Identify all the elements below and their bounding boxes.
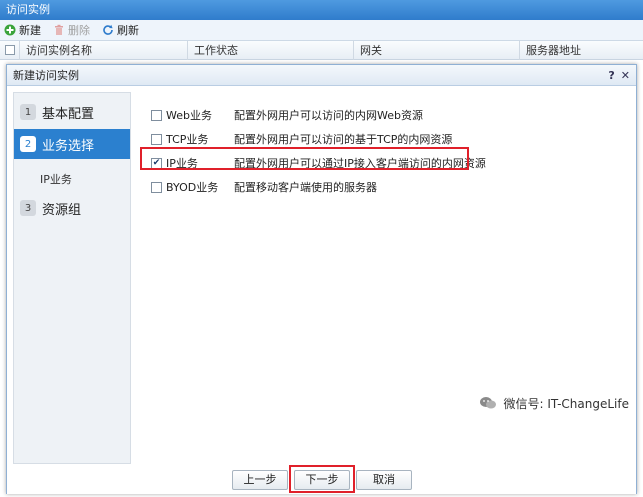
prev-button[interactable]: 上一步 — [232, 470, 288, 490]
web-service-checkbox[interactable] — [151, 109, 162, 121]
refresh-button[interactable]: 刷新 — [102, 22, 139, 38]
add-icon — [4, 24, 16, 36]
checkbox-box — [4, 45, 15, 55]
column-header-gateway[interactable]: 网关 — [354, 40, 520, 60]
ip-row-highlight — [140, 147, 469, 170]
help-icon[interactable]: ? — [608, 65, 614, 86]
column-header-name[interactable]: 访问实例名称 — [20, 40, 188, 60]
step-number: 3 — [20, 200, 36, 216]
column-header-server-address[interactable]: 服务器地址 — [520, 41, 643, 60]
service-row-tcp[interactable]: TCP业务 配置外网用户可以访问的基于TCP的内网资源 — [151, 130, 452, 148]
select-all-checkbox[interactable] — [0, 40, 20, 60]
toolbar: 新建 删除 刷新 — [0, 20, 643, 41]
watermark-text: 微信号: IT-ChangeLife — [503, 396, 629, 411]
next-button-highlight — [289, 465, 355, 493]
delete-button[interactable]: 删除 — [53, 22, 90, 38]
service-name: TCP业务 — [166, 133, 209, 146]
step-label: 资源组 — [42, 202, 82, 218]
wizard-steps: 1 基本配置 2 业务选择 IP业务 3 资源组 — [13, 92, 131, 464]
step-number: 2 — [20, 136, 36, 152]
window-title: 访问实例 — [0, 0, 643, 20]
refresh-icon — [102, 24, 114, 36]
watermark: 微信号: IT-ChangeLife — [475, 392, 633, 414]
step-basic-config[interactable]: 1 基本配置 — [14, 97, 130, 127]
delete-label: 删除 — [68, 24, 90, 37]
service-row-web[interactable]: Web业务 配置外网用户可以访问的内网Web资源 — [151, 106, 423, 124]
step-number: 1 — [20, 104, 36, 120]
dialog-footer: 上一步 下一步 取消 — [7, 465, 636, 494]
service-name: Web业务 — [166, 109, 212, 122]
step-service-selection[interactable]: 2 业务选择 — [14, 129, 130, 159]
column-header-status[interactable]: 工作状态 — [188, 40, 354, 60]
step-label: 业务选择 — [42, 138, 95, 154]
wechat-icon — [479, 396, 497, 410]
close-icon[interactable]: ✕ — [621, 65, 630, 86]
byod-service-checkbox[interactable] — [151, 181, 162, 193]
step-label: 基本配置 — [42, 106, 95, 122]
cancel-button[interactable]: 取消 — [356, 470, 412, 490]
dialog-title-bar: 新建访问实例 ? ✕ — [7, 65, 636, 86]
service-desc: 配置外网用户可以访问的基于TCP的内网资源 — [234, 133, 453, 146]
service-row-byod[interactable]: BYOD业务 配置移动客户端使用的服务器 — [151, 178, 377, 196]
refresh-label: 刷新 — [117, 24, 139, 37]
service-desc: 配置外网用户可以访问的内网Web资源 — [234, 109, 423, 122]
step-resource-group[interactable]: 3 资源组 — [14, 193, 130, 223]
new-label: 新建 — [19, 24, 41, 37]
dialog-title: 新建访问实例 — [13, 69, 79, 82]
new-instance-dialog: 新建访问实例 ? ✕ 1 基本配置 2 业务选择 IP业务 3 资源组 Web业… — [6, 64, 637, 494]
service-name: BYOD业务 — [166, 181, 219, 194]
tcp-service-checkbox[interactable] — [151, 133, 162, 145]
trash-icon — [53, 24, 65, 36]
new-button[interactable]: 新建 — [4, 22, 41, 38]
service-desc: 配置移动客户端使用的服务器 — [234, 181, 377, 194]
substep-ip-service[interactable]: IP业务 — [40, 171, 72, 187]
grid-header: 访问实例名称 工作状态 网关 服务器地址 — [0, 40, 643, 60]
